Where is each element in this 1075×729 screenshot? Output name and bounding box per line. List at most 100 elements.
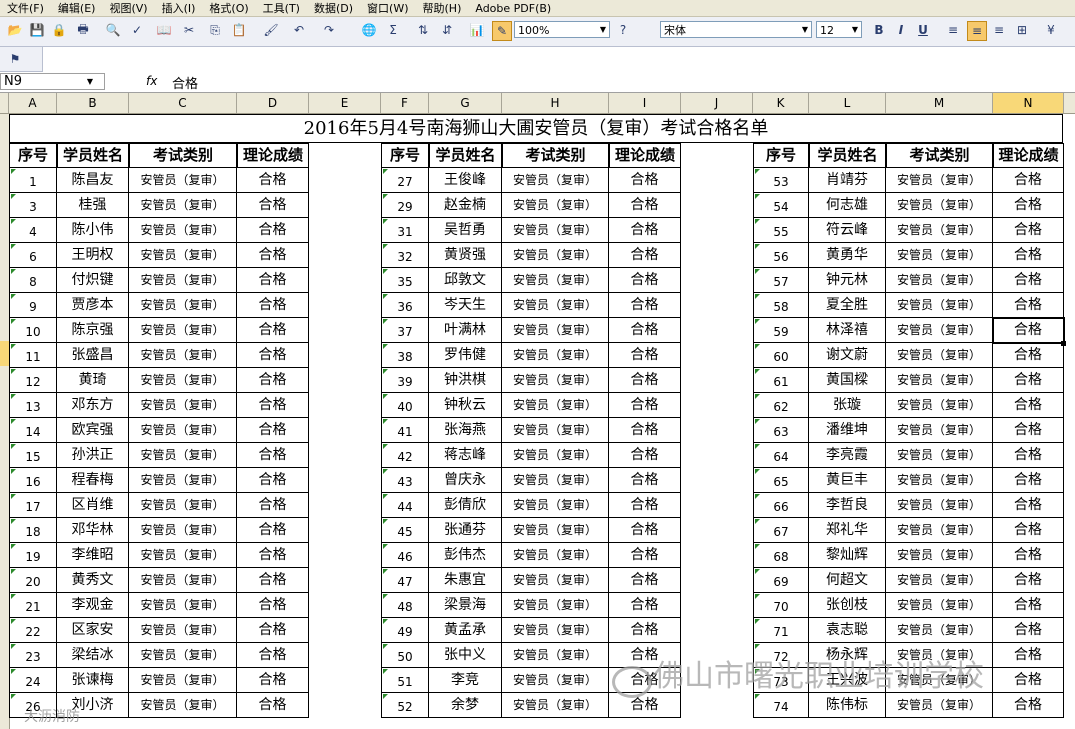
name-cell[interactable]: 肖靖芬 bbox=[809, 168, 886, 193]
column-header-b[interactable]: B bbox=[57, 93, 129, 113]
result-cell[interactable]: 合格 bbox=[993, 393, 1064, 418]
seq-cell[interactable]: 56 bbox=[753, 243, 809, 268]
print-preview-icon[interactable]: 🔍 bbox=[104, 21, 122, 39]
research-icon[interactable]: 📖 bbox=[155, 21, 173, 39]
menu-item[interactable]: 窗口(W) bbox=[360, 0, 415, 16]
seq-cell[interactable]: 15 bbox=[9, 443, 57, 468]
result-cell[interactable]: 合格 bbox=[609, 443, 681, 468]
column-header-k[interactable]: K bbox=[753, 93, 809, 113]
seq-cell[interactable]: 66 bbox=[753, 493, 809, 518]
seq-cell[interactable]: 54 bbox=[753, 193, 809, 218]
seq-cell[interactable]: 16 bbox=[9, 468, 57, 493]
category-cell[interactable]: 安管员（复审） bbox=[502, 593, 609, 618]
seq-cell[interactable]: 71 bbox=[753, 618, 809, 643]
result-cell[interactable]: 合格 bbox=[609, 543, 681, 568]
name-cell[interactable]: 钟元林 bbox=[809, 268, 886, 293]
seq-cell[interactable]: 8 bbox=[9, 268, 57, 293]
autosum-icon[interactable]: Σ bbox=[384, 21, 402, 39]
category-cell[interactable]: 安管员（复审） bbox=[502, 168, 609, 193]
help-icon[interactable]: ? bbox=[614, 21, 632, 39]
redo-icon[interactable]: ↷ bbox=[320, 21, 338, 39]
result-cell[interactable]: 合格 bbox=[237, 293, 309, 318]
seq-cell[interactable]: 46 bbox=[381, 543, 429, 568]
name-cell[interactable]: 黄巨丰 bbox=[809, 468, 886, 493]
seq-cell[interactable]: 40 bbox=[381, 393, 429, 418]
name-cell[interactable]: 张创枝 bbox=[809, 593, 886, 618]
name-cell[interactable]: 夏全胜 bbox=[809, 293, 886, 318]
name-cell[interactable]: 李亮霞 bbox=[809, 443, 886, 468]
seq-cell[interactable]: 36 bbox=[381, 293, 429, 318]
column-header-l[interactable]: L bbox=[809, 93, 886, 113]
name-cell[interactable]: 林泽禧 bbox=[809, 318, 886, 343]
category-cell[interactable]: 安管员（复审） bbox=[502, 418, 609, 443]
seq-cell[interactable]: 3 bbox=[9, 193, 57, 218]
result-cell[interactable]: 合格 bbox=[237, 343, 309, 368]
align-right-icon[interactable]: ≡ bbox=[990, 21, 1008, 39]
category-cell[interactable]: 安管员（复审） bbox=[502, 618, 609, 643]
name-cell[interactable]: 陈京强 bbox=[57, 318, 129, 343]
name-cell[interactable]: 桂强 bbox=[57, 193, 129, 218]
category-cell[interactable]: 安管员（复审） bbox=[886, 518, 993, 543]
result-cell[interactable]: 合格 bbox=[237, 693, 309, 718]
result-cell[interactable]: 合格 bbox=[993, 168, 1064, 193]
italic-icon[interactable]: I bbox=[892, 21, 910, 39]
name-cell[interactable]: 谢文蔚 bbox=[809, 343, 886, 368]
seq-cell[interactable]: 19 bbox=[9, 543, 57, 568]
category-cell[interactable]: 安管员（复审） bbox=[129, 268, 237, 293]
result-cell[interactable]: 合格 bbox=[237, 193, 309, 218]
result-cell[interactable]: 合格 bbox=[993, 668, 1064, 693]
name-cell[interactable]: 区肖维 bbox=[57, 493, 129, 518]
result-cell[interactable]: 合格 bbox=[993, 368, 1064, 393]
seq-cell[interactable]: 58 bbox=[753, 293, 809, 318]
name-cell[interactable]: 张通芬 bbox=[429, 518, 502, 543]
category-cell[interactable]: 安管员（复审） bbox=[502, 693, 609, 718]
result-cell[interactable]: 合格 bbox=[993, 493, 1064, 518]
result-cell[interactable]: 合格 bbox=[609, 618, 681, 643]
result-cell[interactable]: 合格 bbox=[609, 243, 681, 268]
seq-cell[interactable]: 14 bbox=[9, 418, 57, 443]
category-cell[interactable]: 安管员（复审） bbox=[129, 468, 237, 493]
result-cell[interactable]: 合格 bbox=[237, 568, 309, 593]
category-cell[interactable]: 安管员（复审） bbox=[502, 193, 609, 218]
name-cell[interactable]: 陈昌友 bbox=[57, 168, 129, 193]
name-cell[interactable]: 付炽键 bbox=[57, 268, 129, 293]
seq-cell[interactable]: 39 bbox=[381, 368, 429, 393]
name-cell[interactable]: 黄孟承 bbox=[429, 618, 502, 643]
seq-cell[interactable]: 44 bbox=[381, 493, 429, 518]
name-cell[interactable]: 张海燕 bbox=[429, 418, 502, 443]
column-header-e[interactable]: E bbox=[309, 93, 381, 113]
name-cell[interactable]: 梁结冰 bbox=[57, 643, 129, 668]
seq-cell[interactable]: 55 bbox=[753, 218, 809, 243]
name-cell[interactable]: 钟洪棋 bbox=[429, 368, 502, 393]
result-cell[interactable]: 合格 bbox=[993, 443, 1064, 468]
name-cell[interactable]: 余梦 bbox=[429, 693, 502, 718]
category-cell[interactable]: 安管员（复审） bbox=[129, 368, 237, 393]
result-cell[interactable]: 合格 bbox=[237, 393, 309, 418]
name-cell[interactable]: 邓华林 bbox=[57, 518, 129, 543]
name-cell[interactable]: 黄勇华 bbox=[809, 243, 886, 268]
seq-cell[interactable]: 47 bbox=[381, 568, 429, 593]
menu-item[interactable]: 插入(I) bbox=[155, 0, 203, 16]
name-cell[interactable]: 陈伟标 bbox=[809, 693, 886, 718]
menu-item[interactable]: 帮助(H) bbox=[416, 0, 469, 16]
seq-cell[interactable]: 23 bbox=[9, 643, 57, 668]
name-cell[interactable]: 朱惠宜 bbox=[429, 568, 502, 593]
seq-cell[interactable]: 31 bbox=[381, 218, 429, 243]
column-header-n[interactable]: N bbox=[993, 93, 1064, 113]
result-cell[interactable]: 合格 bbox=[993, 568, 1064, 593]
sort-descending-icon[interactable]: ⇵ bbox=[438, 21, 456, 39]
copy-icon[interactable]: ⎘ bbox=[206, 21, 224, 39]
column-header-i[interactable]: I bbox=[609, 93, 681, 113]
name-cell[interactable]: 李哲良 bbox=[809, 493, 886, 518]
seq-cell[interactable]: 20 bbox=[9, 568, 57, 593]
category-cell[interactable]: 安管员（复审） bbox=[129, 293, 237, 318]
font-size-select[interactable]: 12 ▼ bbox=[816, 21, 862, 38]
category-cell[interactable]: 安管员（复审） bbox=[502, 568, 609, 593]
category-cell[interactable]: 安管员（复审） bbox=[129, 443, 237, 468]
name-cell[interactable]: 区家安 bbox=[57, 618, 129, 643]
result-cell[interactable]: 合格 bbox=[609, 493, 681, 518]
category-cell[interactable]: 安管员（复审） bbox=[502, 368, 609, 393]
seq-cell[interactable]: 64 bbox=[753, 443, 809, 468]
result-cell[interactable]: 合格 bbox=[609, 468, 681, 493]
name-cell[interactable]: 孙洪正 bbox=[57, 443, 129, 468]
